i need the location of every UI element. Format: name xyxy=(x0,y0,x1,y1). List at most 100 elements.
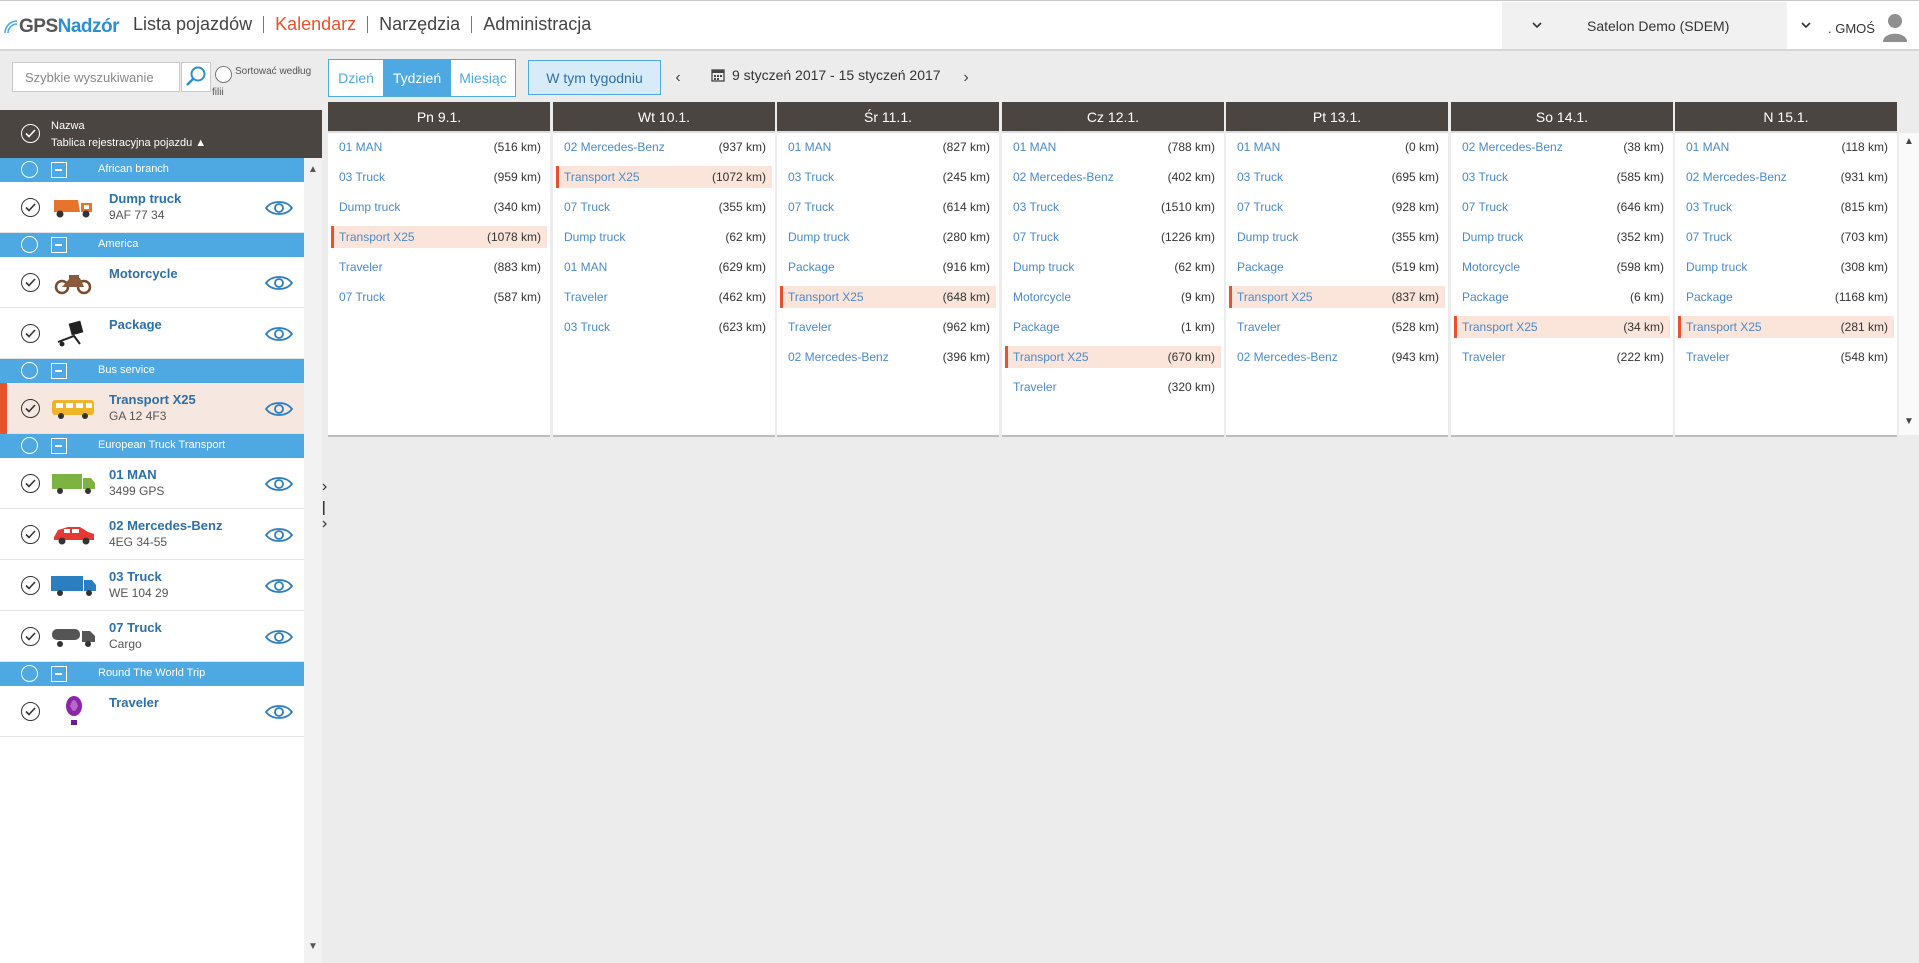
vehicle-row[interactable]: 01 MAN 3499 GPS xyxy=(0,458,304,509)
group-select-checkbox[interactable] xyxy=(21,362,38,379)
entry-vehicle-name[interactable]: 07 Truck xyxy=(564,200,610,214)
entry-vehicle-name[interactable]: Transport X25 xyxy=(1686,320,1762,334)
entry-vehicle-name[interactable]: Package xyxy=(1237,260,1284,274)
vehicle-checkbox[interactable] xyxy=(21,474,40,493)
vehicle-checkbox[interactable] xyxy=(21,198,40,217)
vehicle-row[interactable]: Traveler xyxy=(0,686,304,737)
search-input[interactable] xyxy=(12,62,180,92)
calendar-entry[interactable]: Dump truck (62 km) xyxy=(556,226,772,248)
entry-vehicle-name[interactable]: Dump truck xyxy=(1237,230,1298,244)
calendar-entry[interactable]: 07 Truck (587 km) xyxy=(331,286,547,308)
entry-vehicle-name[interactable]: Traveler xyxy=(1013,380,1057,394)
eye-icon[interactable] xyxy=(264,274,294,292)
calendar-entry[interactable]: 07 Truck (646 km) xyxy=(1454,196,1670,218)
column-name-header[interactable]: Nazwa xyxy=(51,120,85,132)
entry-vehicle-name[interactable]: Package xyxy=(1013,320,1060,334)
nav-calendar[interactable]: Kalendarz xyxy=(275,14,356,35)
calendar-entry-selected[interactable]: Transport X25 (1078 km) xyxy=(331,226,547,248)
calendar-entry[interactable]: Traveler (962 km) xyxy=(780,316,996,338)
calendar-entry[interactable]: 02 Mercedes-Benz (931 km) xyxy=(1678,166,1894,188)
eye-icon[interactable] xyxy=(264,400,294,418)
calendar-entry[interactable]: 03 Truck (815 km) xyxy=(1678,196,1894,218)
entry-vehicle-name[interactable]: 03 Truck xyxy=(1462,170,1508,184)
entry-vehicle-name[interactable]: Traveler xyxy=(1686,350,1730,364)
eye-icon[interactable] xyxy=(264,475,294,493)
calendar-entry[interactable]: 03 Truck (1510 km) xyxy=(1005,196,1221,218)
calendar-entry[interactable]: 01 MAN (118 km) xyxy=(1678,136,1894,158)
entry-vehicle-name[interactable]: 02 Mercedes-Benz xyxy=(1462,140,1563,154)
vehicle-checkbox[interactable] xyxy=(21,273,40,292)
previous-week-button[interactable]: ‹ xyxy=(670,69,686,87)
day-header[interactable]: Pn 9.1. xyxy=(328,102,550,133)
calendar-entry[interactable]: Package (1 km) xyxy=(1005,316,1221,338)
scroll-down-icon[interactable]: ▼ xyxy=(1904,416,1914,427)
vehicle-row-selected[interactable]: Transport X25 GA 12 4F3 xyxy=(0,383,304,434)
vehicle-checkbox[interactable] xyxy=(21,576,40,595)
calendar-entry[interactable]: Dump truck (355 km) xyxy=(1229,226,1445,248)
entry-vehicle-name[interactable]: Traveler xyxy=(1237,320,1281,334)
eye-icon[interactable] xyxy=(264,199,294,217)
entry-vehicle-name[interactable]: 03 Truck xyxy=(339,170,385,184)
entry-vehicle-name[interactable]: Package xyxy=(1462,290,1509,304)
calendar-entry[interactable]: Traveler (222 km) xyxy=(1454,346,1670,368)
calendar-entry[interactable]: 01 MAN (0 km) xyxy=(1229,136,1445,158)
calendar-entry[interactable]: 01 MAN (629 km) xyxy=(556,256,772,278)
group-row[interactable]: European Truck Transport xyxy=(0,434,304,458)
entry-vehicle-name[interactable]: Transport X25 xyxy=(1237,290,1313,304)
group-select-checkbox[interactable] xyxy=(21,161,38,178)
day-header[interactable]: Cz 12.1. xyxy=(1002,102,1224,133)
view-month-button[interactable]: Miesiąc xyxy=(450,59,516,97)
vehicle-checkbox[interactable] xyxy=(21,627,40,646)
group-row[interactable]: African branch xyxy=(0,158,304,182)
entry-vehicle-name[interactable]: Transport X25 xyxy=(564,170,640,184)
vehicle-checkbox[interactable] xyxy=(21,525,40,544)
column-plate-header[interactable]: Tablica rejestracyjna pojazdu ▲ xyxy=(51,137,206,149)
select-all-checkbox[interactable] xyxy=(21,124,40,143)
calendar-entry[interactable]: Package (916 km) xyxy=(780,256,996,278)
calendar-entry[interactable]: 02 Mercedes-Benz (937 km) xyxy=(556,136,772,158)
entry-vehicle-name[interactable]: Traveler xyxy=(564,290,608,304)
vehicle-checkbox[interactable] xyxy=(21,399,40,418)
group-row[interactable]: Bus service xyxy=(0,359,304,383)
scroll-up-icon[interactable]: ▲ xyxy=(308,164,318,175)
entry-vehicle-name[interactable]: 07 Truck xyxy=(788,200,834,214)
entry-vehicle-name[interactable]: 03 Truck xyxy=(1013,200,1059,214)
entry-vehicle-name[interactable]: 01 MAN xyxy=(1686,140,1729,154)
entry-vehicle-name[interactable]: Dump truck xyxy=(788,230,849,244)
entry-vehicle-name[interactable]: 07 Truck xyxy=(339,290,385,304)
vehicle-checkbox[interactable] xyxy=(21,324,40,343)
entry-vehicle-name[interactable]: Motorcycle xyxy=(1462,260,1520,274)
collapse-icon[interactable] xyxy=(51,162,67,178)
entry-vehicle-name[interactable]: 01 MAN xyxy=(788,140,831,154)
nav-tools[interactable]: Narzędzia xyxy=(379,14,460,35)
calendar-entry[interactable]: 03 Truck (585 km) xyxy=(1454,166,1670,188)
calendar-entry[interactable]: 03 Truck (695 km) xyxy=(1229,166,1445,188)
calendar-entry-selected[interactable]: Transport X25 (34 km) xyxy=(1454,316,1670,338)
vehicle-row[interactable]: Motorcycle xyxy=(0,257,304,308)
view-day-button[interactable]: Dzień xyxy=(328,59,384,97)
entry-vehicle-name[interactable]: 07 Truck xyxy=(1237,200,1283,214)
calendar-entry[interactable]: 03 Truck (623 km) xyxy=(556,316,772,338)
sort-by-branch-radio[interactable] xyxy=(215,66,232,83)
entry-vehicle-name[interactable]: Transport X25 xyxy=(788,290,864,304)
entry-vehicle-name[interactable]: 02 Mercedes-Benz xyxy=(788,350,889,364)
calendar-entry[interactable]: 07 Truck (355 km) xyxy=(556,196,772,218)
logo[interactable]: GPS Nadzór xyxy=(4,13,120,41)
calendar-entry-selected[interactable]: Transport X25 (281 km) xyxy=(1678,316,1894,338)
calendar-entry[interactable]: Dump truck (280 km) xyxy=(780,226,996,248)
entry-vehicle-name[interactable]: Dump truck xyxy=(1462,230,1523,244)
entry-vehicle-name[interactable]: 02 Mercedes-Benz xyxy=(1686,170,1787,184)
vehicle-row[interactable]: Dump truck 9AF 77 34 xyxy=(0,182,304,233)
group-row[interactable]: America xyxy=(0,233,304,257)
group-select-checkbox[interactable] xyxy=(21,437,38,454)
day-header[interactable]: Śr 11.1. xyxy=(777,102,999,133)
calendar-entry[interactable]: Traveler (548 km) xyxy=(1678,346,1894,368)
entry-vehicle-name[interactable]: Package xyxy=(1686,290,1733,304)
entry-vehicle-name[interactable]: 01 MAN xyxy=(1237,140,1280,154)
group-row[interactable]: Round The World Trip xyxy=(0,662,304,686)
search-button[interactable] xyxy=(181,62,211,92)
calendar-entry[interactable]: Package (6 km) xyxy=(1454,286,1670,308)
calendar-entry[interactable]: 01 MAN (827 km) xyxy=(780,136,996,158)
entry-vehicle-name[interactable]: Dump truck xyxy=(564,230,625,244)
calendar-entry[interactable]: 07 Truck (703 km) xyxy=(1678,226,1894,248)
